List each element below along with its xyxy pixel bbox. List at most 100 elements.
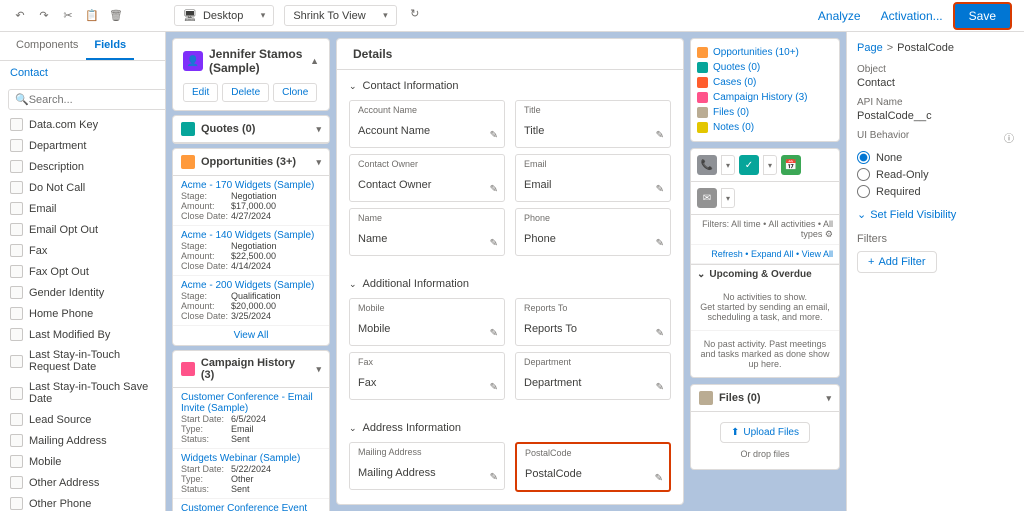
- field-mobile[interactable]: MobileMobile✎: [349, 298, 505, 346]
- copy-icon[interactable]: 📋: [84, 8, 100, 24]
- field-item-fax-opt-out[interactable]: Fax Opt Out: [0, 261, 165, 282]
- analyze-button[interactable]: Analyze: [808, 9, 871, 23]
- field-item-other-phone[interactable]: Other Phone: [0, 493, 165, 511]
- field-title[interactable]: TitleTitle✎: [515, 100, 671, 148]
- field-item-description[interactable]: Description: [0, 156, 165, 177]
- edit-icon[interactable]: ✎: [656, 328, 664, 339]
- add-filter-button[interactable]: +Add Filter: [857, 251, 937, 273]
- view-all-opps[interactable]: View All: [173, 326, 329, 345]
- delete-button[interactable]: Delete: [222, 83, 269, 102]
- opportunity-item[interactable]: Acme - 140 Widgets (Sample)Stage:Negotia…: [173, 226, 329, 276]
- activity-links[interactable]: Refresh • Expand All • View All: [691, 245, 839, 264]
- edit-icon[interactable]: ✎: [490, 184, 498, 195]
- related-link-label[interactable]: Notes (0): [713, 122, 754, 133]
- edit-icon[interactable]: ✎: [490, 382, 498, 393]
- field-item-last-stay-in-touch-request-date[interactable]: Last Stay-in-Touch Request Date: [0, 345, 165, 377]
- undo-icon[interactable]: ↶: [12, 8, 28, 24]
- chevron-down-icon[interactable]: ⌄: [349, 81, 357, 92]
- upload-files-button[interactable]: ⬆Upload Files: [720, 422, 810, 443]
- email-tab[interactable]: ✉: [697, 188, 717, 208]
- chevron-down-icon[interactable]: ▾: [826, 393, 831, 404]
- edit-icon[interactable]: ✎: [490, 328, 498, 339]
- follow-icon[interactable]: ▲: [310, 56, 319, 66]
- field-item-last-stay-in-touch-save-date[interactable]: Last Stay-in-Touch Save Date: [0, 377, 165, 409]
- field-item-email-opt-out[interactable]: Email Opt Out: [0, 219, 165, 240]
- form-factor-select[interactable]: 🖥Desktop: [174, 5, 274, 26]
- chevron-down-icon[interactable]: ⌄: [349, 423, 357, 434]
- field-item-last-modified-by[interactable]: Last Modified By: [0, 324, 165, 345]
- object-type-link[interactable]: Contact: [0, 61, 165, 85]
- opportunities-header[interactable]: Opportunities (3+): [201, 156, 296, 168]
- field-item-gender-identity[interactable]: Gender Identity: [0, 282, 165, 303]
- field-item-mobile[interactable]: Mobile: [0, 451, 165, 472]
- filter-gear-icon[interactable]: ⚙: [825, 229, 833, 239]
- field-search-input[interactable]: [29, 94, 166, 106]
- clone-button[interactable]: Clone: [273, 83, 317, 102]
- related-link-label[interactable]: Files (0): [713, 107, 749, 118]
- zoom-select[interactable]: Shrink To View: [284, 5, 396, 26]
- field-postalcode[interactable]: PostalCodePostalCode✎: [515, 442, 671, 492]
- campaign-item[interactable]: Customer Conference Event (Sample)Start …: [173, 499, 329, 511]
- redo-icon[interactable]: ↷: [36, 8, 52, 24]
- edit-icon[interactable]: ✎: [656, 184, 664, 195]
- edit-icon[interactable]: ✎: [656, 238, 664, 249]
- field-name[interactable]: NameName✎: [349, 208, 505, 256]
- related-link-label[interactable]: Quotes (0): [713, 62, 760, 73]
- new-event-tab[interactable]: 📅: [781, 155, 801, 175]
- opportunity-link[interactable]: Acme - 140 Widgets (Sample): [181, 230, 321, 241]
- field-item-lead-source[interactable]: Lead Source: [0, 409, 165, 430]
- info-icon[interactable]: ⓘ: [1004, 130, 1014, 145]
- breadcrumb-page[interactable]: Page: [857, 42, 883, 54]
- radio-required[interactable]: Required: [857, 183, 1014, 200]
- field-email[interactable]: EmailEmail✎: [515, 154, 671, 202]
- opportunity-link[interactable]: Acme - 200 Widgets (Sample): [181, 280, 321, 291]
- related-link-label[interactable]: Cases (0): [713, 77, 756, 88]
- edit-icon[interactable]: ✎: [656, 130, 664, 141]
- field-fax[interactable]: FaxFax✎: [349, 352, 505, 400]
- related-link-label[interactable]: Campaign History (3): [713, 92, 807, 103]
- edit-icon[interactable]: ✎: [490, 472, 498, 483]
- radio-none[interactable]: None: [857, 149, 1014, 166]
- new-task-tab[interactable]: ✓: [739, 155, 759, 175]
- related-link[interactable]: Cases (0): [697, 75, 833, 90]
- field-mailing-address[interactable]: Mailing AddressMailing Address✎: [349, 442, 505, 490]
- opportunity-link[interactable]: Acme - 170 Widgets (Sample): [181, 180, 321, 191]
- field-item-data-com-key[interactable]: Data.com Key: [0, 114, 165, 135]
- related-link[interactable]: Opportunities (10+): [697, 45, 833, 60]
- related-link[interactable]: Campaign History (3): [697, 90, 833, 105]
- field-item-mailing-address[interactable]: Mailing Address: [0, 430, 165, 451]
- files-header[interactable]: Files (0): [719, 392, 761, 404]
- field-reports-to[interactable]: Reports ToReports To✎: [515, 298, 671, 346]
- chevron-down-icon[interactable]: ▾: [316, 157, 321, 168]
- activation-button[interactable]: Activation...: [871, 9, 953, 23]
- radio-readonly[interactable]: Read-Only: [857, 166, 1014, 183]
- related-link[interactable]: Notes (0): [697, 120, 833, 135]
- campaign-link[interactable]: Widgets Webinar (Sample): [181, 453, 321, 464]
- chevron-down-icon[interactable]: ⌄: [697, 269, 705, 280]
- chevron-down-icon[interactable]: ▾: [316, 124, 321, 135]
- campaign-header[interactable]: Campaign History (3): [201, 357, 311, 381]
- campaign-link[interactable]: Customer Conference Event (Sample): [181, 503, 321, 511]
- tab-fields[interactable]: Fields: [86, 32, 134, 60]
- tab-components[interactable]: Components: [8, 32, 86, 60]
- new-task-menu[interactable]: ▾: [763, 155, 777, 175]
- field-item-home-phone[interactable]: Home Phone: [0, 303, 165, 324]
- field-phone[interactable]: PhonePhone✎: [515, 208, 671, 256]
- set-field-visibility[interactable]: ⌄Set Field Visibility: [857, 208, 1014, 221]
- refresh-icon[interactable]: ↻: [407, 5, 423, 21]
- field-department[interactable]: DepartmentDepartment✎: [515, 352, 671, 400]
- field-item-do-not-call[interactable]: Do Not Call: [0, 177, 165, 198]
- campaign-link[interactable]: Customer Conference - Email Invite (Samp…: [181, 392, 321, 414]
- log-call-menu[interactable]: ▾: [721, 155, 735, 175]
- field-item-email[interactable]: Email: [0, 198, 165, 219]
- field-account-name[interactable]: Account NameAccount Name✎: [349, 100, 505, 148]
- edit-icon[interactable]: ✎: [490, 130, 498, 141]
- save-button[interactable]: Save: [953, 2, 1012, 30]
- field-item-fax[interactable]: Fax: [0, 240, 165, 261]
- field-item-other-address[interactable]: Other Address: [0, 472, 165, 493]
- campaign-item[interactable]: Customer Conference - Email Invite (Samp…: [173, 388, 329, 449]
- log-call-tab[interactable]: 📞: [697, 155, 717, 175]
- quotes-header[interactable]: Quotes (0): [201, 123, 255, 135]
- delete-icon[interactable]: 🗑: [108, 8, 124, 24]
- opportunity-item[interactable]: Acme - 200 Widgets (Sample)Stage:Qualifi…: [173, 276, 329, 326]
